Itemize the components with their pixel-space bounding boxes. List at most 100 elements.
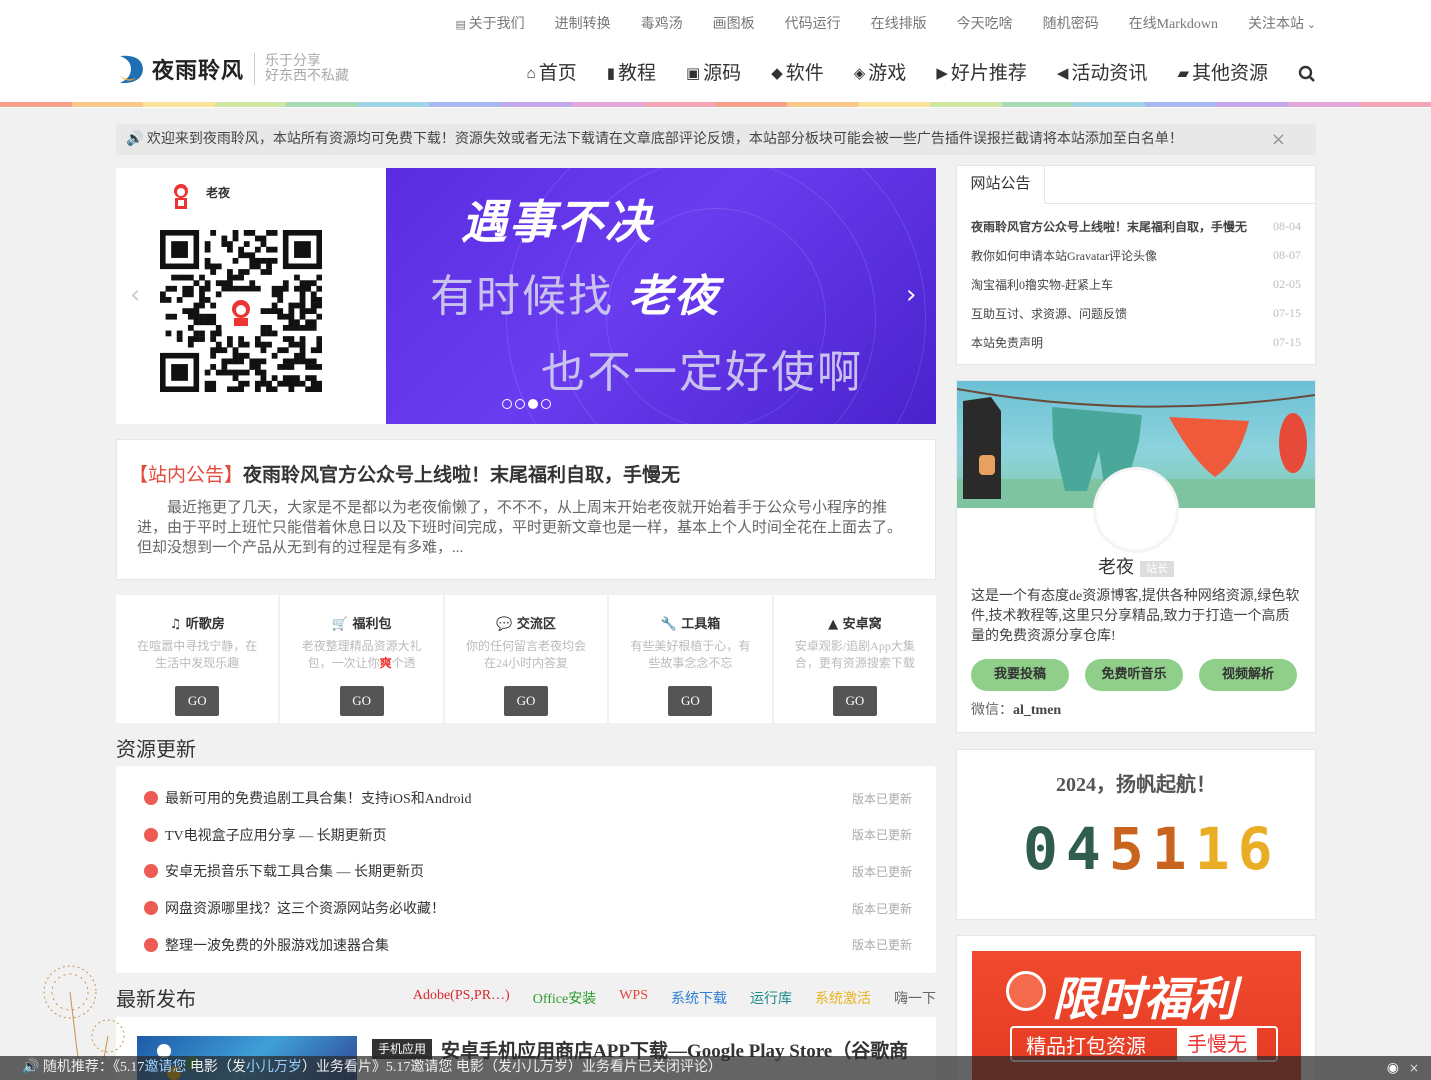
top-nav-label: 关注本站: [1248, 17, 1305, 32]
wechat-value: al_tmen: [1013, 703, 1062, 718]
update-row[interactable]: 整理一波免费的外服游戏加速器合集 版本已更新: [116, 926, 936, 963]
top-nav-item[interactable]: 关注本站 ⌄: [1233, 15, 1316, 35]
slider-dot[interactable]: [502, 399, 512, 409]
home-icon: ⌂: [526, 66, 536, 82]
red-dot-icon: [144, 864, 158, 879]
update-status: 版本已更新: [851, 938, 912, 953]
main-nav-label: 好片推荐: [950, 63, 1027, 84]
top-nav-item[interactable]: 画图板: [698, 15, 770, 35]
announcement-link[interactable]: 淘宝福利0撸实物-赶紧上车: [971, 276, 1273, 293]
rainbow-segment: [1144, 102, 1217, 107]
announcement-title[interactable]: 【站内公告】夜雨聆风官方公众号上线啦！末尾福利自取，手慢无: [129, 460, 680, 487]
update-title[interactable]: 安卓无损音乐下载工具合集 — 长期更新页: [165, 861, 852, 881]
slider-dot[interactable]: [541, 399, 551, 409]
rainbow-segment: [1001, 102, 1074, 107]
ticker-highlight-2[interactable]: 小儿万岁: [246, 1060, 302, 1075]
top-nav-item[interactable]: 进制转换: [540, 15, 626, 35]
feature-card-desc: 老夜整理精品资源大礼包，一次让你爽个透: [296, 638, 426, 672]
update-row[interactable]: 最新可用的免费追剧工具合集！支持iOS和Android 版本已更新: [116, 780, 936, 817]
announcement-row[interactable]: 互助互讨、求资源、问题反馈 07-15: [971, 299, 1301, 328]
banner-slide[interactable]: 遇事不决 有时候找 老夜 也不一定好使啊: [386, 168, 936, 424]
top-nav-item[interactable]: ▤ 关于我们: [440, 15, 539, 35]
announcement-row[interactable]: 本站免责声明 07-15: [971, 328, 1301, 357]
profile-action-button[interactable]: 免费听音乐: [1085, 659, 1183, 691]
slider-dot[interactable]: [515, 399, 525, 409]
tab-site-announcements[interactable]: 网站公告: [957, 166, 1045, 204]
rss-icon[interactable]: ◉: [1387, 1056, 1399, 1080]
announcement-date: 07-15: [1273, 335, 1301, 349]
category-link[interactable]: 嗨一下: [894, 988, 936, 1008]
ticker-text-2[interactable]: 电影（发: [190, 1060, 246, 1075]
update-title[interactable]: TV电视盒子应用分享 — 长期更新页: [165, 825, 852, 845]
qr-slide: 老夜: [116, 168, 386, 424]
rainbow-segment: [643, 102, 716, 107]
update-title[interactable]: 最新可用的免费追剧工具合集！支持iOS和Android: [165, 788, 852, 808]
rainbow-segment: [787, 102, 859, 107]
update-title[interactable]: 整理一波免费的外服游戏加速器合集: [165, 935, 852, 955]
announcement-row[interactable]: 夜雨聆风官方公众号上线啦！末尾福利自取，手慢无 08-04: [971, 212, 1301, 241]
go-button[interactable]: GO: [668, 686, 713, 716]
main-nav-item[interactable]: ▰ 其他资源: [1162, 60, 1283, 88]
main-nav-item[interactable]: ◈ 游戏: [839, 60, 922, 88]
site-logo[interactable]: 夜雨聆风 乐于分享 好东西不私藏: [116, 52, 349, 86]
site-header: ▤ 关于我们 进制转换 毒鸡汤 画图板 代码运行 在线排版 今天吃啥 随机密码 在线Markdo…: [0, 0, 1431, 108]
go-button[interactable]: GO: [504, 686, 549, 716]
code-file-icon: ▣: [685, 66, 701, 82]
update-title[interactable]: 网盘资源哪里找？这三个资源网站务必收藏！: [165, 898, 852, 918]
avatar[interactable]: [1093, 467, 1179, 553]
main-nav-item[interactable]: ▮ 教程: [592, 60, 671, 88]
category-link[interactable]: 系统激活: [815, 988, 871, 1008]
category-link[interactable]: 运行库: [750, 988, 792, 1008]
announcement-link[interactable]: 本站免责声明: [971, 334, 1273, 351]
category-link[interactable]: 系统下载: [671, 988, 727, 1008]
main-nav-item[interactable]: ▣ 源码: [671, 60, 756, 88]
update-row[interactable]: TV电视盒子应用分享 — 长期更新页 版本已更新: [116, 817, 936, 854]
red-dot-icon: [144, 937, 158, 952]
main-nav-item[interactable]: ◆ 软件: [756, 60, 839, 88]
counter-digit: 4: [1065, 815, 1101, 883]
feature-cards: ♫ 听歌房 在喧嚣中寻找宁静，在生活中发现乐趣 GO 🛒 福利包 老夜整理精品资源大礼包…: [116, 595, 937, 723]
main-nav-label: 活动资讯: [1071, 63, 1148, 84]
go-button[interactable]: GO: [832, 686, 877, 716]
top-nav-item[interactable]: 毒鸡汤: [626, 15, 698, 35]
ticker-highlight-1[interactable]: 邀请您: [144, 1060, 186, 1075]
top-nav-item[interactable]: 今天吃啥: [942, 15, 1028, 35]
announcement-date: 02-05: [1273, 277, 1301, 291]
announcement-row[interactable]: 教你如何申请本站Gravatar评论头像 08-07: [971, 241, 1301, 270]
update-status: 版本已更新: [851, 901, 912, 916]
close-icon[interactable]: ×: [1409, 1056, 1419, 1080]
next-arrow-icon[interactable]: ›: [906, 280, 916, 310]
slider-dot[interactable]: [528, 399, 538, 409]
rainbow-segment: [715, 102, 788, 107]
ticker-text-1[interactable]: 《5.17: [113, 1060, 145, 1075]
top-nav-item[interactable]: 随机密码: [1028, 15, 1114, 35]
main-nav-item[interactable]: ◀ 活动资讯: [1042, 60, 1163, 88]
main-nav-item[interactable]: ⌂ 首页: [512, 60, 592, 88]
feature-card-title: 🛒 福利包: [331, 617, 392, 632]
top-nav-label: 随机密码: [1042, 17, 1099, 32]
announcement-row[interactable]: 淘宝福利0撸实物-赶紧上车 02-05: [971, 270, 1301, 299]
announcement-link[interactable]: 教你如何申请本站Gravatar评论头像: [971, 247, 1273, 264]
close-icon[interactable]: ×: [1271, 124, 1286, 155]
category-link[interactable]: Adobe(PS,PR…): [413, 988, 510, 1008]
desc-highlight: 爽: [379, 656, 392, 670]
profile-action-button[interactable]: 视频解析: [1199, 659, 1297, 691]
go-button[interactable]: GO: [339, 686, 384, 716]
category-link[interactable]: WPS: [619, 988, 648, 1008]
main-nav-item[interactable]: ▶ 好片推荐: [921, 60, 1042, 88]
announcement-list: 夜雨聆风官方公众号上线啦！末尾福利自取，手慢无 08-04 教你如何申请本站Grav…: [957, 204, 1315, 357]
profile-action-button[interactable]: 我要投稿: [971, 659, 1069, 691]
top-nav-item[interactable]: 在线Markdown: [1114, 15, 1233, 35]
update-row[interactable]: 安卓无损音乐下载工具合集 — 长期更新页 版本已更新: [116, 853, 936, 890]
search-icon[interactable]: [1283, 60, 1316, 88]
announcement-link[interactable]: 互助互讨、求资源、问题反馈: [971, 305, 1273, 322]
prev-arrow-icon[interactable]: ‹: [130, 280, 140, 310]
announcement-link[interactable]: 夜雨聆风官方公众号上线啦！末尾福利自取，手慢无: [971, 218, 1273, 235]
top-nav-item[interactable]: 在线排版: [856, 15, 942, 35]
banner-line-2-bold: 老夜: [628, 271, 720, 322]
ticker-text-3[interactable]: ）业务看片》5.17邀请您 电影（发小儿万岁）业务看片已关闭评论）: [302, 1060, 722, 1075]
category-link[interactable]: Office安装: [533, 988, 597, 1008]
top-nav-item[interactable]: 代码运行: [770, 15, 856, 35]
go-button[interactable]: GO: [175, 686, 220, 716]
update-row[interactable]: 网盘资源哪里找？这三个资源网站务必收藏！ 版本已更新: [116, 890, 936, 927]
